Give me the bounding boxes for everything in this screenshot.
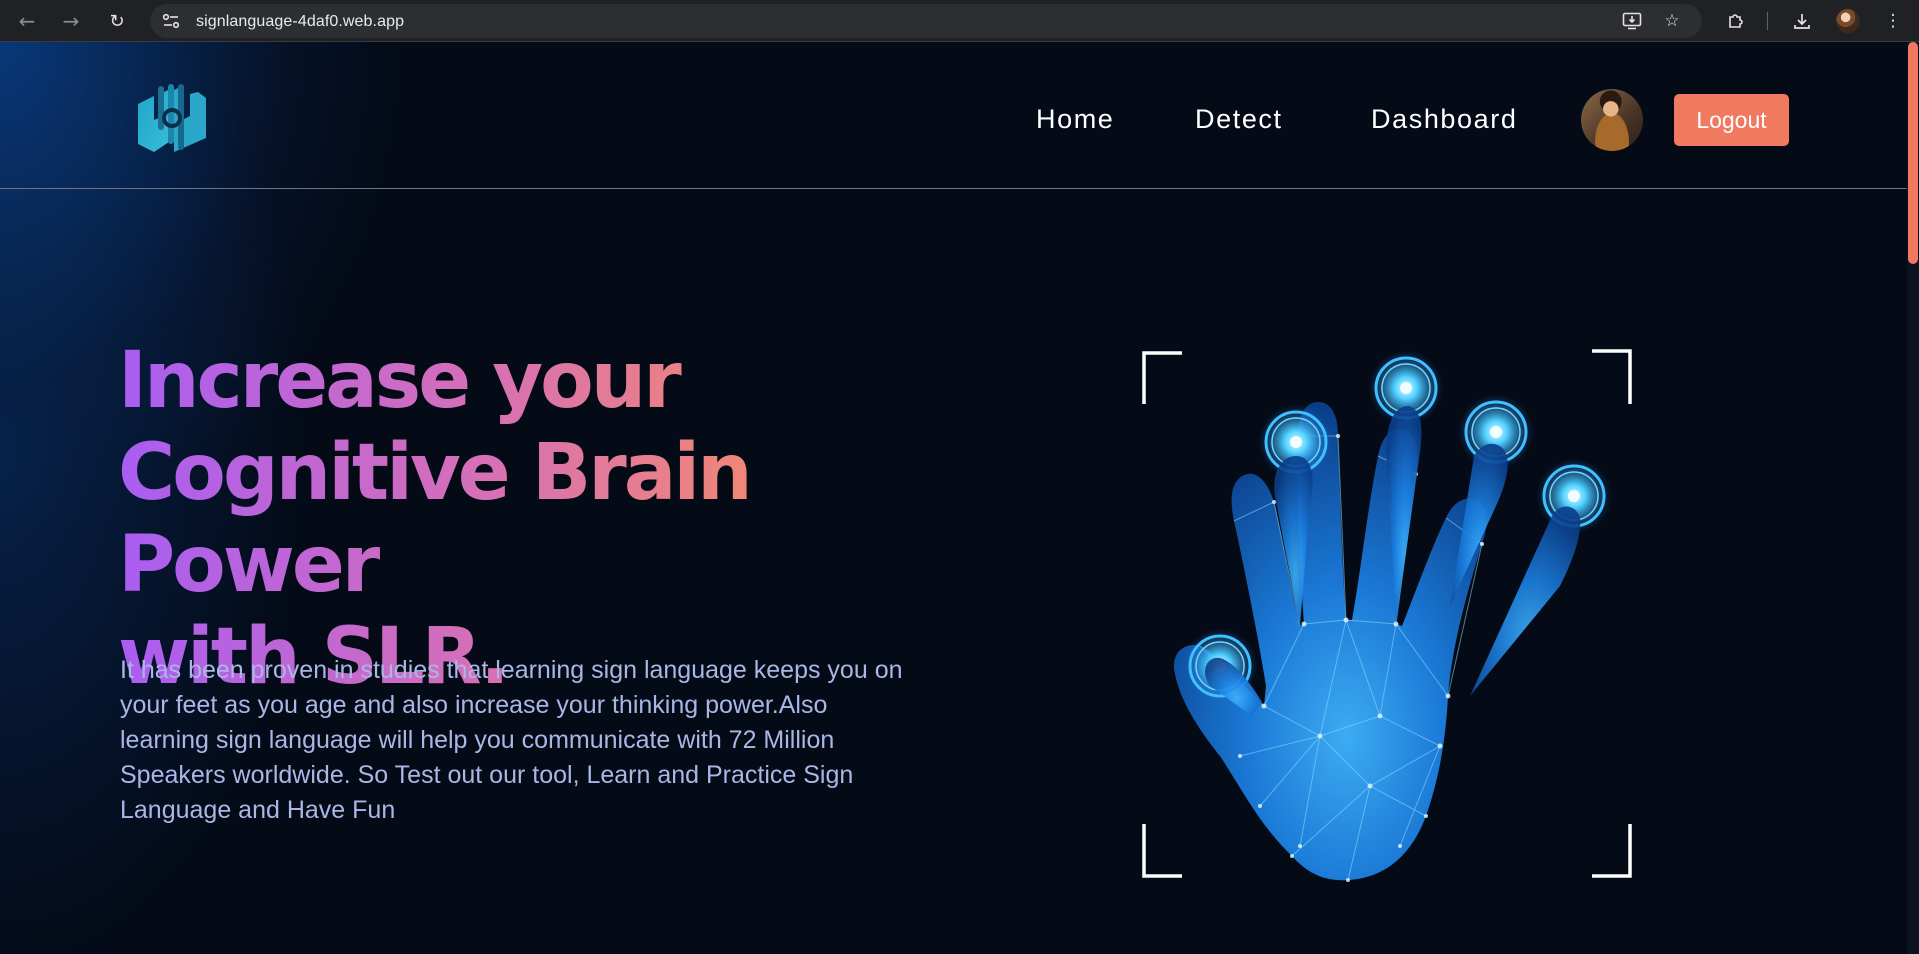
brand-logo-icon[interactable]: [134, 80, 210, 156]
hero-headline: Increase your Cognitive Brain Power with…: [118, 335, 938, 703]
bookmark-star-icon[interactable]: ☆: [1660, 10, 1684, 32]
nav-link-detect[interactable]: Detect: [1195, 104, 1283, 135]
user-avatar[interactable]: [1581, 89, 1643, 151]
site-navbar: Home Detect Dashboard Logout: [0, 42, 1907, 189]
browser-toolbar: ← → ↻ signlanguage-4daf0.web.app ☆ ⋮: [0, 0, 1919, 42]
site-info-icon[interactable]: [160, 10, 182, 32]
reload-icon[interactable]: ↻: [103, 7, 131, 35]
nav-link-dashboard[interactable]: Dashboard: [1371, 104, 1518, 135]
forward-arrow-icon[interactable]: →: [57, 7, 85, 35]
back-arrow-icon[interactable]: ←: [13, 7, 41, 35]
kebab-menu-icon[interactable]: ⋮: [1881, 9, 1905, 33]
download-icon[interactable]: [1790, 9, 1814, 33]
url-text[interactable]: signlanguage-4daf0.web.app: [196, 13, 404, 31]
toolbar-divider: [1767, 12, 1768, 30]
nav-link-home[interactable]: Home: [1036, 104, 1114, 135]
scrollbar-thumb[interactable]: [1908, 42, 1918, 264]
address-bar[interactable]: signlanguage-4daf0.web.app ☆: [150, 4, 1702, 38]
headline-line-1: Increase your: [118, 335, 938, 427]
headline-line-2: Cognitive Brain Power: [118, 427, 938, 611]
page-scrollbar[interactable]: [1907, 42, 1919, 954]
profile-avatar-icon[interactable]: [1836, 9, 1860, 33]
hero-description: It has been proven in studies that learn…: [120, 656, 903, 824]
extensions-puzzle-icon[interactable]: [1724, 9, 1748, 33]
page: Home Detect Dashboard Logout Increase yo…: [0, 42, 1919, 954]
install-app-icon[interactable]: [1620, 10, 1644, 32]
hand-scan-illustration: [1140, 306, 1634, 886]
logout-button[interactable]: Logout: [1674, 94, 1789, 146]
